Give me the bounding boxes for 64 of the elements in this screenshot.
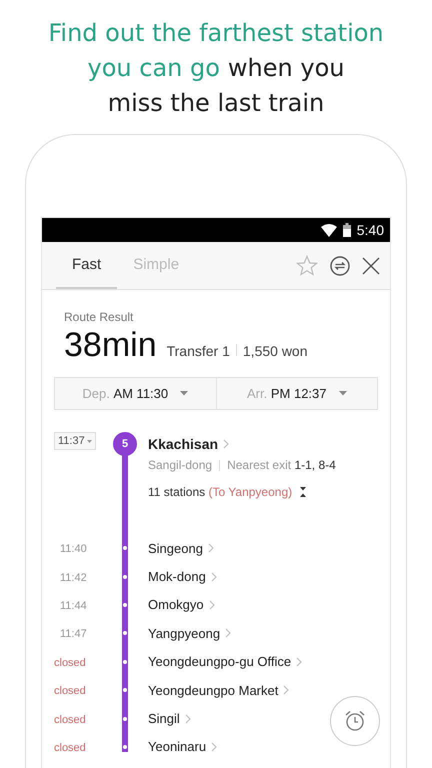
fare-text: 1,550 won (242, 343, 308, 359)
chevron-icon (210, 572, 217, 582)
stop-name[interactable]: Yeongdeungpo Market (148, 682, 278, 698)
exit-label: Nearest exit (227, 458, 292, 472)
chevron-icon (211, 742, 218, 752)
chevron-icon (225, 628, 232, 638)
chevron-icon (208, 543, 214, 554)
area-text: Sangil-dong (148, 458, 212, 472)
tab[interactable]: Fast (56, 242, 118, 289)
direction-text: (To Yanpyeong) (208, 485, 292, 499)
chevron-icon (208, 600, 215, 610)
stop-name[interactable]: Mok-dong (148, 569, 206, 584)
stop-dot (123, 744, 127, 749)
alarm-button[interactable] (330, 696, 380, 746)
alarm-clock-icon (344, 710, 366, 732)
stop-name[interactable]: Singil (148, 711, 180, 726)
stop-time: 11:44 (59, 600, 87, 612)
swap-icon[interactable] (330, 256, 350, 276)
wifi-icon (320, 224, 337, 236)
stop-time: 11:47 (59, 628, 87, 640)
stop-name[interactable]: Omokgyo (148, 597, 204, 612)
close-icon[interactable] (362, 256, 380, 274)
stop-dot (123, 602, 127, 607)
stop-dot (123, 660, 127, 664)
stop-time: closed (54, 742, 86, 754)
route-label: Route Result (64, 310, 134, 324)
chevron-icon (296, 656, 302, 667)
caret-icon (86, 440, 92, 442)
expand-icon[interactable] (300, 487, 306, 497)
headline-text: you can go (88, 54, 220, 82)
stop-dot (123, 631, 127, 636)
stop-dot (123, 688, 127, 692)
stop-name[interactable]: Yeoninaru (148, 739, 206, 754)
transfer-text: Transfer 1 (166, 343, 230, 359)
time-picker[interactable]: 11:37 (54, 432, 96, 450)
caret-icon (338, 391, 346, 396)
stop-time: closed (54, 685, 86, 698)
stop-time: closed (54, 714, 86, 726)
chevron-icon (223, 439, 230, 449)
stop-dot (123, 716, 127, 721)
stations-count: 11 stations (148, 485, 206, 499)
station-name[interactable]: Kkachisan (148, 436, 218, 452)
stop-name[interactable]: Yeongdeungpo-gu Office (148, 654, 292, 670)
line-badge: 5 (113, 432, 137, 456)
headline-text: Find out the farthest station (48, 19, 384, 47)
duration-text: 38min (64, 326, 157, 365)
stop-name[interactable]: Singeong (148, 540, 203, 556)
exit-text: 1-1, 8-4 (294, 458, 336, 472)
chevron-icon (283, 685, 290, 696)
battery-icon (342, 223, 351, 237)
stop-name[interactable]: Yangpyeong (148, 626, 220, 641)
headline-text: when you (228, 54, 344, 82)
stop-dot (123, 574, 127, 579)
stop-time: closed (54, 656, 86, 669)
star-icon[interactable] (296, 254, 318, 276)
time-selector[interactable]: Dep. AM 11:30 (55, 378, 216, 409)
chevron-icon (184, 714, 191, 724)
stop-time: 11:40 (59, 543, 87, 556)
headline-text: miss the last train (108, 89, 324, 117)
caret-icon (180, 391, 188, 396)
stop-time: 11:42 (59, 572, 87, 584)
stop-dot (123, 546, 127, 550)
clock-text: 5:40 (356, 222, 384, 238)
time-selector[interactable]: Arr. PM 12:37 (216, 378, 377, 409)
